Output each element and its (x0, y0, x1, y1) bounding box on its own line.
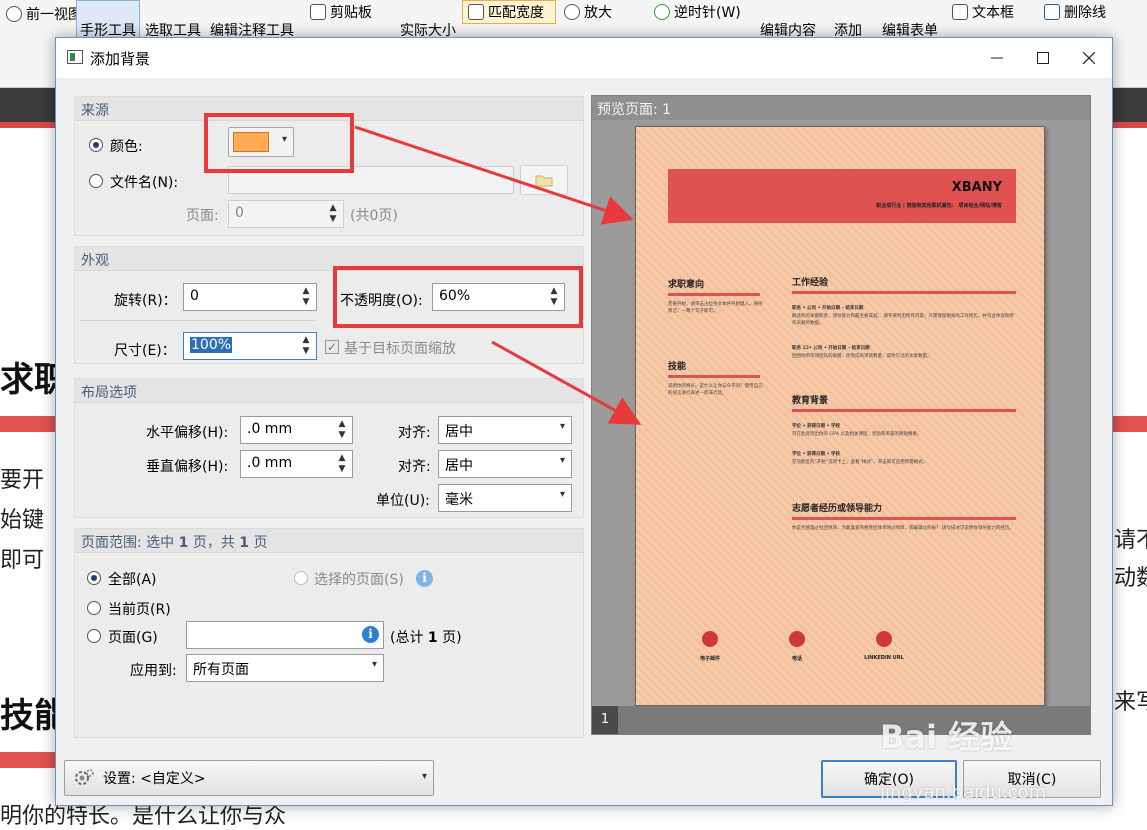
arrow-to-preview-middle (491, 340, 642, 425)
arrow-to-preview-top (354, 125, 634, 225)
baidu-watermark-url: jingyan.baidu.com (880, 782, 1047, 803)
annotation-arrows (354, 125, 642, 425)
baidu-watermark: Bai 经验 (880, 718, 1013, 756)
